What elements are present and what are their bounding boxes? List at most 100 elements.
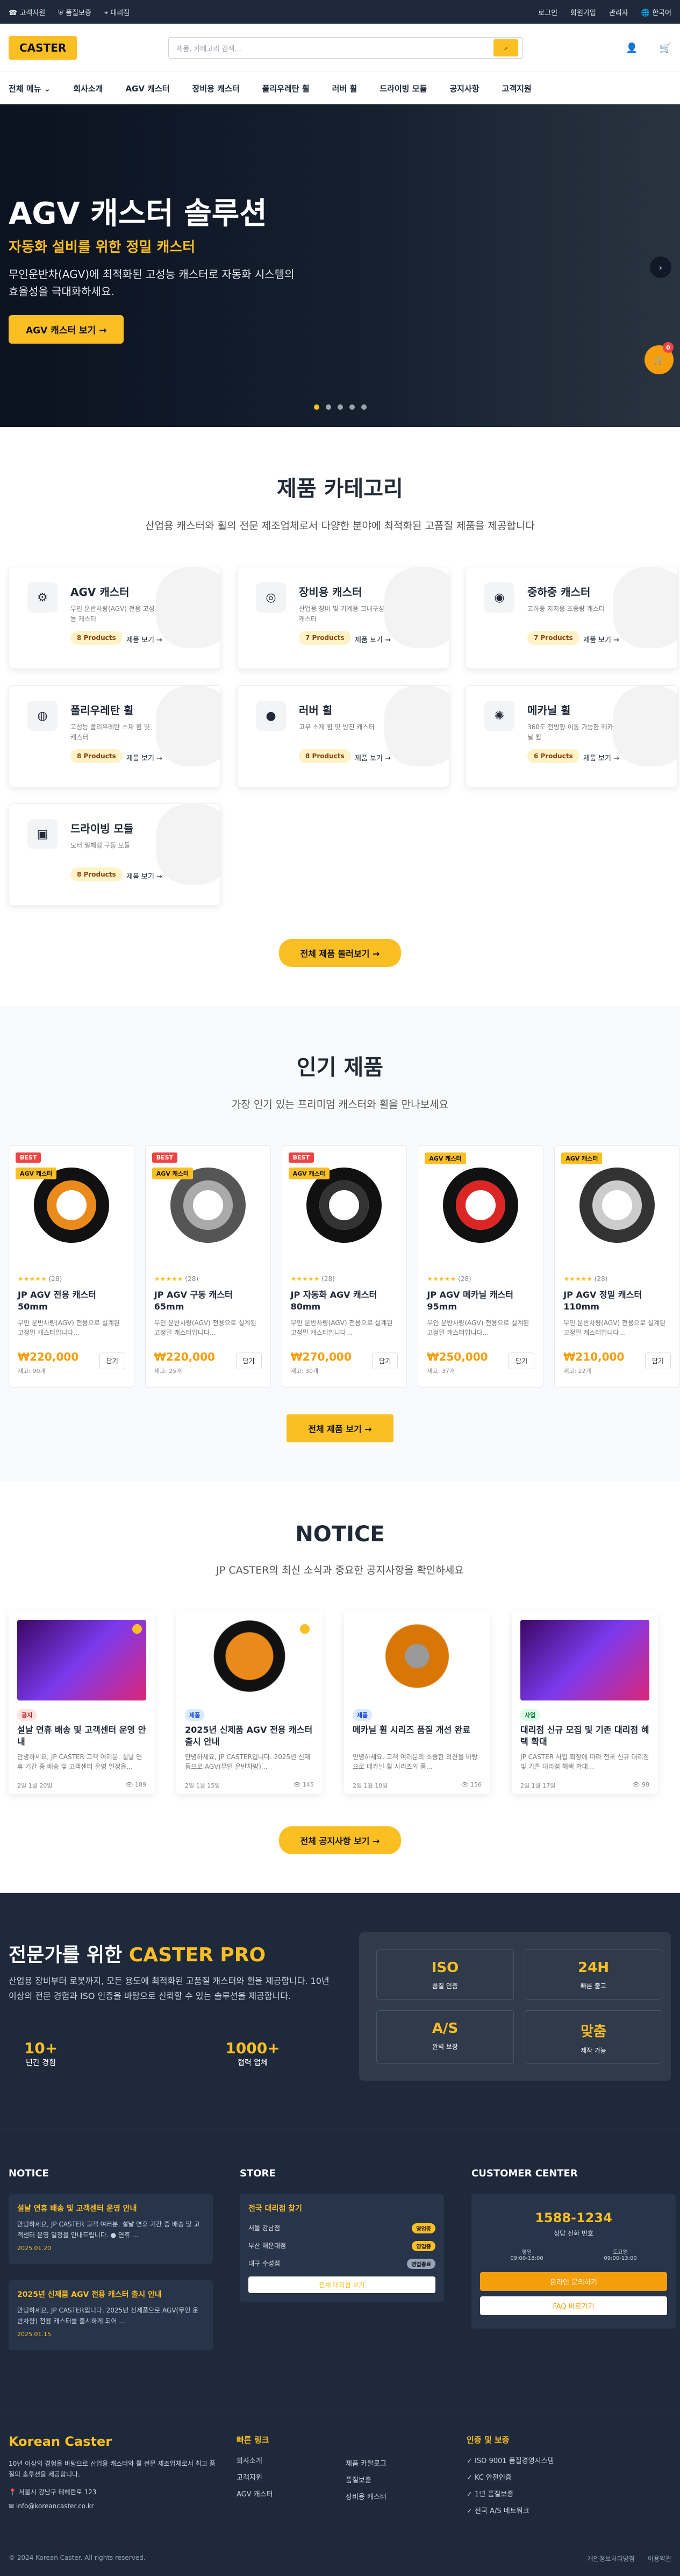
view-all-stores-button[interactable]: 전체 대리점 보기 xyxy=(248,2276,435,2293)
quick-link[interactable]: 고객지원 xyxy=(237,2472,273,2482)
terms-link[interactable]: 이용약관 xyxy=(648,2554,671,2563)
category-subtitle: 산업용 캐스터와 휠의 전문 제조업체로서 다양한 분야에 최적화된 고품질 제… xyxy=(145,520,535,532)
site-logo[interactable]: CASTER xyxy=(9,36,77,60)
stat-partners: 1000+ 협력 업체 xyxy=(225,2039,280,2067)
nav-notice[interactable]: 공지사항 xyxy=(449,83,479,94)
feature-box: ISO 품질 인증 24H 빠른 출고 A/S 완벽 보장 맞춤 제작 가능 xyxy=(359,1932,671,2081)
footer-brand: Korean Caster xyxy=(9,2434,112,2449)
add-to-cart-button[interactable]: 담기 xyxy=(645,1353,671,1369)
hero-cta-button[interactable]: AGV 캐스터 보기 → xyxy=(9,315,124,344)
cart-count-badge: 0 xyxy=(663,342,674,353)
store-row[interactable]: 서울 강남점 영업중 xyxy=(248,2223,435,2233)
quick-link[interactable]: AGV 캐스터 xyxy=(237,2488,273,2499)
quick-link[interactable]: 장비용 캐스터 xyxy=(346,2491,386,2501)
store-finder: 전국 대리점 찾기 서울 강남점 영업중 부산 해운대점 영업중 대구 수성점 영업종… xyxy=(240,2194,444,2302)
notice-card[interactable]: 제품 메카닐 휠 시리즈 품질 개선 완료 안녕하세요. 고객 여러분의 소중한 의… xyxy=(344,1611,490,1794)
footer-notice-item[interactable]: 설날 연휴 배송 및 고객센터 운영 안내 안녕하세요, JP CASTER 고객… xyxy=(9,2194,213,2264)
nav-driving[interactable]: 드라이빙 모듈 xyxy=(380,83,427,94)
privacy-link[interactable]: 개인정보처리방침 xyxy=(588,2554,635,2563)
dealer-link[interactable]: ⌖ 대리점 xyxy=(104,7,130,17)
next-arrow-icon[interactable]: › xyxy=(650,257,671,278)
category-card[interactable]: ◎ 장비용 캐스터 산업용 장비 및 기계용 고내구성 캐스터 7 Products 제… xyxy=(237,567,449,669)
signup-link[interactable]: 회원가입 xyxy=(570,7,596,17)
footer-store-title: STORE xyxy=(240,2168,276,2179)
language-select[interactable]: 🌐 한국어 xyxy=(641,7,671,17)
caster-icon: ◎ xyxy=(256,582,286,613)
footer-brand-desc: 10년 이상의 경험을 바탕으로 산업용 캐스터와 휠 전문 제조업체로서 최고… xyxy=(9,2460,216,2478)
add-to-cart-button[interactable]: 담기 xyxy=(372,1353,398,1369)
header: CASTER 제품, 카테고리 검색... ⌕ 👤 🛒 xyxy=(0,24,680,72)
add-to-cart-button[interactable]: 담기 xyxy=(509,1353,535,1369)
customer-center-box: 1588-1234 상담 전화 번호 평일 09:00-18:00 토요일 09:00… xyxy=(471,2194,676,2329)
search-icon[interactable]: ⌕ xyxy=(493,39,519,56)
view-all-notices-button[interactable]: 전체 공지사항 보기 → xyxy=(278,1826,402,1854)
nav-all-menu[interactable]: 전체 메뉴 ⌄ xyxy=(9,83,51,94)
faq-button[interactable]: FAQ 바로가기 xyxy=(480,2296,667,2315)
caster-icon: ⚙ xyxy=(27,582,58,613)
stat-experience: 10+ 년간 경험 xyxy=(24,2039,58,2067)
quick-links: 빠른 링크 회사소개 고객지원 AGV 캐스터 xyxy=(237,2435,273,2499)
notice-card[interactable]: 공지 설날 연휴 배송 및 고객센터 운영 안내 안녕하세요, JP CASTER … xyxy=(9,1611,155,1794)
feature-custom: 맞춤 제작 가능 xyxy=(525,2010,662,2063)
quick-link[interactable]: 품질보증 xyxy=(346,2474,386,2485)
add-to-cart-button[interactable]: 담기 xyxy=(235,1353,262,1369)
wheel-icon: ✺ xyxy=(484,701,514,731)
pro-title: 전문가를 위한 CASTER PRO xyxy=(9,1944,266,1966)
search-input[interactable]: 제품, 카테고리 검색... xyxy=(176,43,493,53)
category-card[interactable]: ● 러버 휠 고무 소재 휠 및 방진 캐스터 8 Products 제품 보기 → xyxy=(237,685,449,787)
category-card[interactable]: ◍ 폴리우레탄 휠 고성능 폴리우레탄 소재 휠 및 캐스터 8 Products 제품… xyxy=(9,685,221,787)
browse-all-button[interactable]: 전체 제품 둘러보기 → xyxy=(278,939,402,967)
wheel-image xyxy=(579,1168,655,1243)
footer-notice-item[interactable]: 2025년 신제품 AGV 전용 캐스터 출시 안내 안녕하세요, JP CAST… xyxy=(9,2280,213,2350)
hero-subtitle: 자동화 설비를 위한 정밀 캐스터 xyxy=(9,239,196,255)
pro-desc: 산업용 장비부터 로봇까지, 모든 용도에 최적화된 고품질 캐스터와 휠을 제… xyxy=(9,1976,330,2001)
store-row[interactable]: 부산 해운대점 영업중 xyxy=(248,2241,435,2251)
store-row[interactable]: 대구 수성점 영업종료 xyxy=(248,2259,435,2269)
view-all-products-button[interactable]: 전체 제품 보기 → xyxy=(287,1414,393,1442)
product-card[interactable]: AGV 캐스터 ★★★★★ (28) JP AGV 정밀 캐스터 110mm 무인 운… xyxy=(554,1145,680,1387)
quick-link[interactable]: 제품 카탈로그 xyxy=(346,2458,386,2468)
footer-bottom: Korean Caster 10년 이상의 경험을 바탕으로 산업용 캐스터와 … xyxy=(0,2415,680,2576)
slider-dots[interactable] xyxy=(314,404,367,410)
nav-support[interactable]: 고객지원 xyxy=(502,83,532,94)
feature-iso: ISO 품질 인증 xyxy=(376,1949,514,1999)
user-icon[interactable]: 👤 xyxy=(626,42,638,54)
admin-link[interactable]: 관리자 xyxy=(609,7,628,17)
notice-subtitle: JP CASTER의 최신 소식과 중요한 공지사항을 확인하세요 xyxy=(216,1564,464,1576)
feature-24h: 24H 빠른 출고 xyxy=(525,1949,662,1999)
category-card[interactable]: ✺ 메카닐 휠 360도 전방향 이동 가능한 메카닐 휠6 Products 제품 … xyxy=(466,685,678,787)
module-icon: ▣ xyxy=(27,819,58,849)
notice-card[interactable]: 사업 대리점 신규 모집 및 기존 대리점 혜택 확대 JP CASTER 사업 확… xyxy=(512,1611,658,1794)
copyright: © 2024 Korean Caster. All rights reserve… xyxy=(9,2554,146,2561)
warranty-link[interactable]: ⛨ 품질보증 xyxy=(58,7,91,17)
quick-link[interactable]: 회사소개 xyxy=(237,2455,273,2465)
hero-banner: AGV 캐스터 솔루션 자동화 설비를 위한 정밀 캐스터 무인운반차(AGV)… xyxy=(0,104,680,427)
footer-contact: 📍 서울시 강남구 테헤란로 123 ✉ info@koreancaster.co… xyxy=(9,2488,97,2510)
footer-top: NOTICE 설날 연휴 배송 및 고객센터 운영 안내 안녕하세요, JP CA… xyxy=(0,2130,680,2415)
nav-equipment[interactable]: 장비용 캐스터 xyxy=(192,83,240,94)
quick-links-2: 제품 카탈로그품질보증장비용 캐스터 xyxy=(346,2458,386,2508)
category-card[interactable]: ⚙ AGV 캐스터 무인 운반차량(AGV) 전용 고성능 캐스터 8 Product… xyxy=(9,567,221,669)
online-inquiry-button[interactable]: 온라인 문의하기 xyxy=(480,2272,667,2291)
cart-icon[interactable]: 🛒 xyxy=(660,42,671,54)
login-link[interactable]: 로그인 xyxy=(538,7,557,17)
top-bar: ☎ 고객지원 ⛨ 품질보증 ⌖ 대리점 로그인 회원가입 관리자 🌐 한국어 xyxy=(0,0,680,24)
product-card[interactable]: BEST AGV 캐스터 ★★★★★ (28) JP AGV 구동 캐스터 65mm 무… xyxy=(145,1145,271,1387)
product-card[interactable]: BEST AGV 캐스터 ★★★★★ (28) JP 자동화 AGV 캐스터 80mm… xyxy=(281,1145,407,1387)
nav-about[interactable]: 회사소개 xyxy=(73,83,103,94)
pro-section: 전문가를 위한 CASTER PRO 산업용 장비부터 로봇까지, 모든 용도에… xyxy=(0,1893,680,2130)
cs-phone[interactable]: 1588-1234 xyxy=(480,2210,667,2225)
product-card[interactable]: BEST AGV 캐스터 ★★★★★ (28) JP AGV 전용 캐스터 50mm 무… xyxy=(9,1145,134,1387)
floating-cart-button[interactable]: 🛒 0 xyxy=(645,342,674,374)
add-to-cart-button[interactable]: 담기 xyxy=(99,1353,125,1369)
nav-agv[interactable]: AGV 캐스터 xyxy=(125,83,169,94)
nav-polyurethane[interactable]: 폴리우레탄 휠 xyxy=(262,83,310,94)
footer-cs-title: CUSTOMER CENTER xyxy=(471,2168,578,2179)
notice-card[interactable]: 제품 2025년 신제품 AGV 전용 캐스터 출시 안내 안녕하세요, JP CA… xyxy=(176,1611,323,1794)
nav-rubber[interactable]: 러버 휠 xyxy=(332,83,357,94)
search-bar[interactable]: 제품, 카테고리 검색... ⌕ xyxy=(168,37,524,59)
support-link[interactable]: ☎ 고객지원 xyxy=(9,7,45,17)
product-card[interactable]: AGV 캐스터 ★★★★★ (28) JP AGV 메카닐 캐스터 95mm 무인 운… xyxy=(418,1145,544,1387)
category-card[interactable]: ▣ 드라이빙 모듈 모터 일체형 구동 모듈 8 Products 제품 보기 → xyxy=(9,803,221,906)
category-card[interactable]: ◉ 중하중 캐스터 고하중 지지용 초중량 캐스터 7 Products 제품 보기 → xyxy=(466,567,678,669)
